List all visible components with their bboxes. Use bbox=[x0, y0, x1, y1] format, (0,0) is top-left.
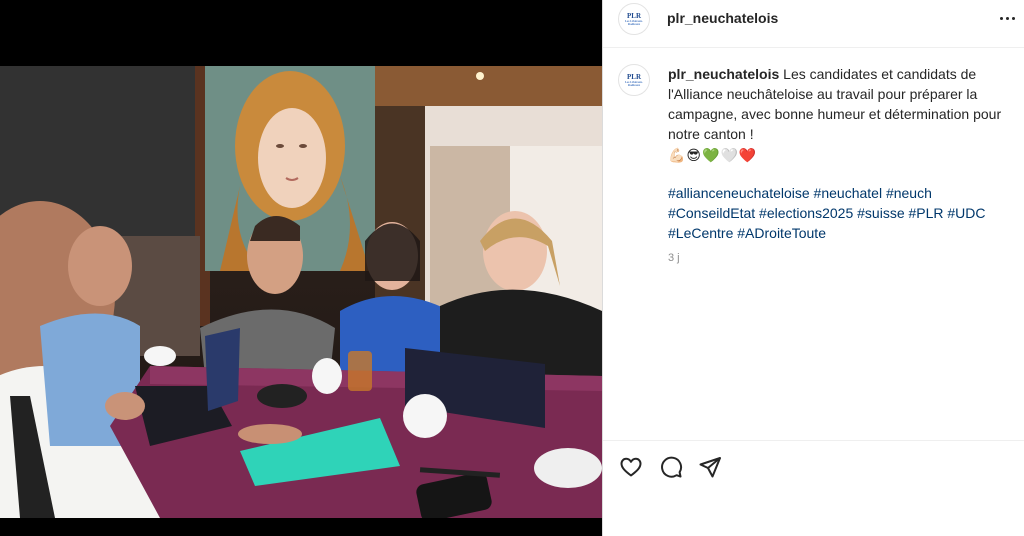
avatar-logo-subtext: Les Libéraux-Radicaux bbox=[624, 18, 644, 26]
group-photo-illustration bbox=[0, 66, 602, 518]
plr-logo: PLR Les Libéraux-Radicaux bbox=[619, 12, 649, 26]
hashtag-line[interactable]: #LeCentre #ADroiteToute bbox=[668, 223, 1013, 243]
account-avatar[interactable]: PLR Les Libéraux-Radicaux bbox=[618, 3, 650, 35]
post-photo[interactable] bbox=[0, 66, 602, 518]
post-caption: plr_neuchatelois Les candidates et candi… bbox=[668, 64, 1013, 265]
plr-logo: PLR Les Libéraux-Radicaux bbox=[619, 73, 649, 87]
post-actions-bar bbox=[603, 440, 1024, 536]
post-media-pane bbox=[0, 0, 602, 536]
post-header: PLR Les Libéraux-Radicaux plr_neuchatelo… bbox=[603, 0, 1024, 48]
paper-plane-icon[interactable] bbox=[696, 453, 724, 481]
header-username[interactable]: plr_neuchatelois bbox=[667, 10, 778, 26]
heart-icon[interactable] bbox=[617, 453, 645, 481]
more-options-icon[interactable] bbox=[995, 6, 1019, 30]
caption-username[interactable]: plr_neuchatelois bbox=[668, 66, 779, 82]
caption-emojis: 💪🏻😎💚🤍❤️ bbox=[668, 147, 758, 163]
avatar-logo-subtext: Les Libéraux-Radicaux bbox=[624, 79, 644, 87]
comment-icon[interactable] bbox=[657, 453, 685, 481]
caption-avatar[interactable]: PLR Les Libéraux-Radicaux bbox=[618, 64, 650, 96]
hashtag-line[interactable]: #ConseildEtat #elections2025 #suisse #PL… bbox=[668, 203, 1013, 223]
post-details-panel: PLR Les Libéraux-Radicaux plr_neuchatelo… bbox=[602, 0, 1024, 536]
post-timestamp[interactable]: 3 j bbox=[668, 251, 1013, 265]
hashtag-list: #allianceneuchateloise #neuchatel #neuch… bbox=[668, 183, 1013, 243]
hashtag-line[interactable]: #allianceneuchateloise #neuchatel #neuch bbox=[668, 183, 1013, 203]
